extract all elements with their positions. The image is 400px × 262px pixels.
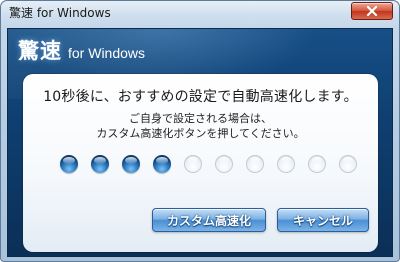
- countdown-dot: [153, 155, 171, 173]
- countdown-dot: [184, 155, 202, 173]
- brand-subtitle: for Windows: [68, 45, 146, 61]
- countdown-dot: [60, 155, 78, 173]
- countdown-message: 10秒後に、おすすめの設定で自動高速化します。: [43, 89, 358, 105]
- countdown-dot: [246, 155, 264, 173]
- countdown-dot: [308, 155, 326, 173]
- cancel-button[interactable]: キャンセル: [277, 208, 369, 232]
- instruction-line-1: ご自身で設定される場合は、: [129, 112, 272, 125]
- countdown-progress: [60, 155, 360, 175]
- instruction-line-2: カスタム高速化ボタンを押してください。: [96, 127, 305, 140]
- close-button[interactable]: [351, 2, 393, 20]
- brand-logo: 驚速 for Windows: [18, 35, 145, 65]
- custom-speedup-button[interactable]: カスタム高速化: [152, 208, 266, 232]
- app-window: 驚速 for Windows 驚速 for Windows 10秒後に、おすすめ…: [0, 0, 400, 262]
- message-panel: 10秒後に、おすすめの設定で自動高速化します。 ご自身で設定される場合は、 カス…: [23, 74, 378, 252]
- countdown-dot: [122, 155, 140, 173]
- window-title: 驚速 for Windows: [9, 6, 111, 20]
- countdown-dot: [215, 155, 233, 173]
- brand-name: 驚速: [18, 38, 62, 63]
- countdown-dot: [91, 155, 109, 173]
- close-icon: [366, 6, 378, 16]
- dialog-body: 驚速 for Windows 10秒後に、おすすめの設定で自動高速化します。 ご…: [7, 28, 393, 257]
- countdown-dot: [339, 155, 357, 173]
- countdown-dot: [277, 155, 295, 173]
- title-bar[interactable]: 驚速 for Windows: [1, 1, 399, 27]
